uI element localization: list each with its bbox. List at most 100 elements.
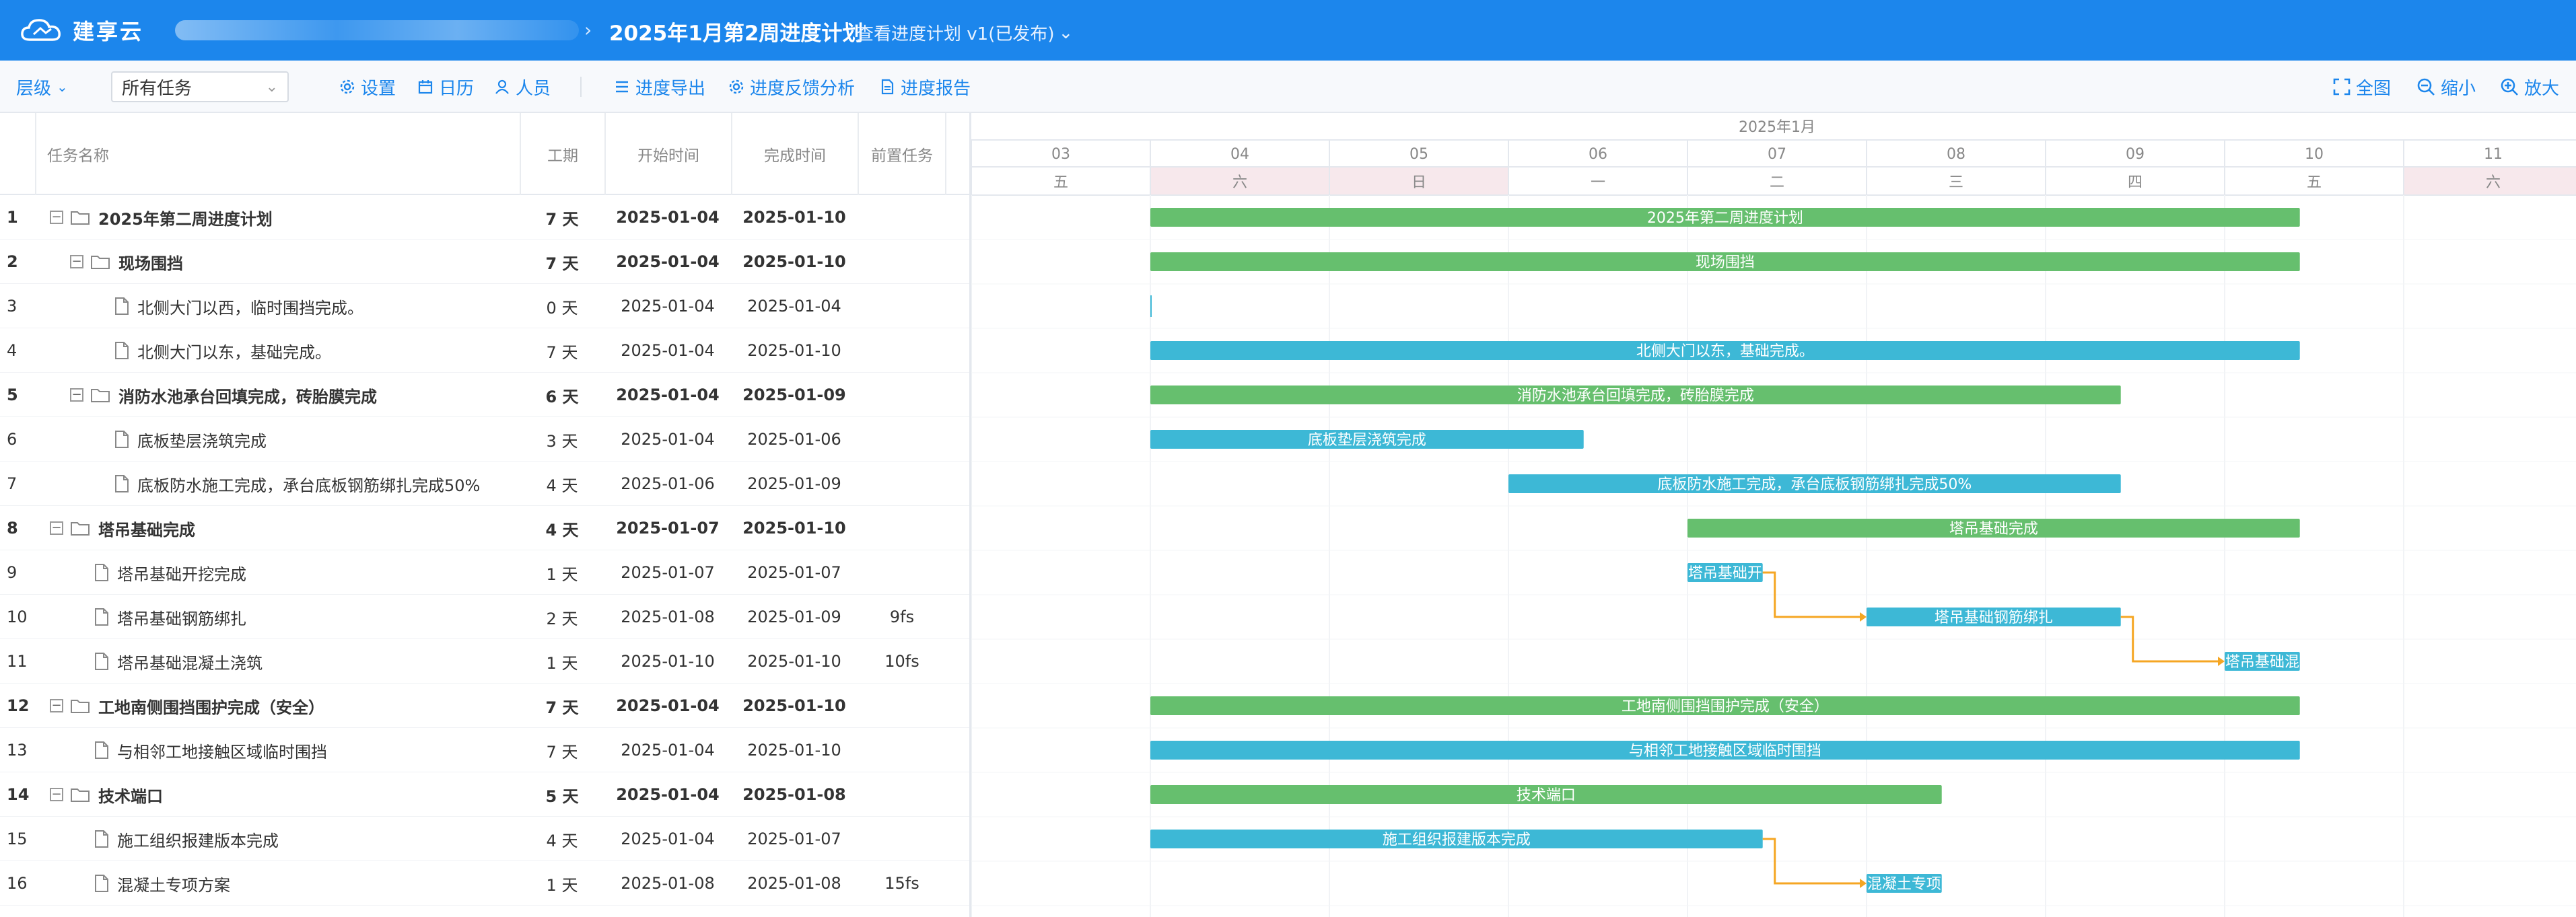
table-row[interactable]: 2 − 现场围挡 7 天 2025-01-04 2025-01-10 [0, 240, 969, 284]
start-date-cell[interactable]: 2025-01-08 [604, 595, 731, 639]
start-date-cell[interactable]: 2025-01-04 [604, 284, 731, 328]
table-row[interactable]: 16 混凝土专项方案 1 天 2025-01-08 2025-01-08 15f… [0, 861, 969, 906]
start-date-cell[interactable]: 2025-01-06 [604, 462, 731, 506]
table-row[interactable]: 1 − 2025年第二周进度计划 7 天 2025-01-04 2025-01-… [0, 195, 969, 240]
table-row[interactable]: 11 塔吊基础混凝土浇筑 1 天 2025-01-10 2025-01-10 1… [0, 639, 969, 684]
task-name-cell[interactable]: 混凝土专项方案 [94, 861, 230, 906]
column-header-predecessor[interactable]: 前置任务 [858, 113, 946, 195]
start-date-cell[interactable]: 2025-01-04 [604, 373, 731, 417]
predecessor-cell[interactable] [858, 240, 946, 284]
task-name-cell[interactable]: 塔吊基础开挖完成 [94, 550, 246, 595]
table-row[interactable]: 4 北侧大门以东，基础完成。 7 天 2025-01-04 2025-01-10 [0, 328, 969, 373]
end-date-cell[interactable]: 2025-01-10 [731, 240, 858, 284]
start-date-cell[interactable]: 2025-01-07 [604, 506, 731, 550]
predecessor-cell[interactable] [858, 550, 946, 595]
predecessor-cell[interactable] [858, 684, 946, 728]
predecessor-cell[interactable] [858, 728, 946, 772]
start-date-cell[interactable]: 2025-01-04 [604, 195, 731, 240]
zoom-in-button[interactable]: 放大 [2500, 74, 2559, 100]
start-date-cell[interactable]: 2025-01-07 [604, 550, 731, 595]
table-row[interactable]: 3 北侧大门以西，临时围挡完成。 0 天 2025-01-04 2025-01-… [0, 284, 969, 328]
duration-cell[interactable]: 7 天 [520, 328, 604, 373]
end-date-cell[interactable]: 2025-01-10 [731, 684, 858, 728]
start-date-cell[interactable]: 2025-01-04 [604, 684, 731, 728]
export-button[interactable]: 进度导出 [614, 74, 705, 100]
collapse-toggle-icon[interactable]: − [70, 388, 83, 402]
task-name-cell[interactable]: − 消防水池承台回填完成，砖胎膜完成 [70, 373, 377, 417]
column-header-name[interactable]: 任务名称 [35, 113, 520, 195]
predecessor-cell[interactable] [858, 284, 946, 328]
table-row[interactable]: 14 − 技术端口 5 天 2025-01-04 2025-01-08 [0, 772, 969, 817]
predecessor-cell[interactable] [858, 373, 946, 417]
start-date-cell[interactable]: 2025-01-04 [604, 817, 731, 861]
predecessor-cell[interactable] [858, 328, 946, 373]
calendar-button[interactable]: 日历 [417, 74, 474, 100]
column-header-duration[interactable]: 工期 [520, 113, 604, 195]
task-name-cell[interactable]: − 工地南侧围挡围护完成（安全） [50, 684, 324, 728]
collapse-toggle-icon[interactable]: − [50, 788, 63, 801]
collapse-toggle-icon[interactable]: − [50, 699, 63, 712]
breadcrumb[interactable] [175, 20, 579, 40]
duration-cell[interactable]: 7 天 [520, 728, 604, 772]
end-date-cell[interactable]: 2025-01-09 [731, 595, 858, 639]
end-date-cell[interactable]: 2025-01-08 [731, 772, 858, 817]
task-name-cell[interactable]: − 2025年第二周进度计划 [50, 195, 273, 240]
task-name-cell[interactable]: − 塔吊基础完成 [50, 506, 195, 550]
start-date-cell[interactable]: 2025-01-08 [604, 861, 731, 906]
table-row[interactable]: 8 − 塔吊基础完成 4 天 2025-01-07 2025-01-10 [0, 506, 969, 550]
task-name-cell[interactable]: 与相邻工地接触区域临时围挡 [94, 728, 327, 772]
predecessor-cell[interactable] [858, 462, 946, 506]
zoom-out-button[interactable]: 缩小 [2416, 74, 2476, 100]
task-name-cell[interactable]: − 技术端口 [50, 772, 163, 817]
end-date-cell[interactable]: 2025-01-10 [731, 506, 858, 550]
task-name-cell[interactable]: 北侧大门以西，临时围挡完成。 [114, 284, 363, 328]
level-dropdown[interactable]: 层级 ⌄ [16, 74, 68, 100]
end-date-cell[interactable]: 2025-01-10 [731, 328, 858, 373]
end-date-cell[interactable]: 2025-01-10 [731, 639, 858, 684]
duration-cell[interactable]: 7 天 [520, 195, 604, 240]
collapse-toggle-icon[interactable]: − [70, 255, 83, 268]
predecessor-cell[interactable] [858, 817, 946, 861]
logo[interactable]: 建享云 [20, 12, 145, 48]
duration-cell[interactable]: 6 天 [520, 373, 604, 417]
task-name-cell[interactable]: 塔吊基础混凝土浇筑 [94, 639, 263, 684]
predecessor-cell[interactable]: 9fs [858, 595, 946, 639]
table-row[interactable]: 7 底板防水施工完成，承台底板钢筋绑扎完成50% 4 天 2025-01-06 … [0, 462, 969, 506]
end-date-cell[interactable]: 2025-01-06 [731, 417, 858, 462]
task-name-cell[interactable]: 塔吊基础钢筋绑扎 [94, 595, 246, 639]
end-date-cell[interactable]: 2025-01-10 [731, 195, 858, 240]
table-row[interactable]: 6 底板垫层浇筑完成 3 天 2025-01-04 2025-01-06 [0, 417, 969, 462]
predecessor-cell[interactable] [858, 506, 946, 550]
table-row[interactable]: 15 施工组织报建版本完成 4 天 2025-01-04 2025-01-07 [0, 817, 969, 861]
duration-cell[interactable]: 1 天 [520, 639, 604, 684]
task-name-cell[interactable]: − 现场围挡 [70, 240, 183, 284]
settings-button[interactable]: 设置 [339, 74, 396, 100]
table-row[interactable]: 9 塔吊基础开挖完成 1 天 2025-01-07 2025-01-07 [0, 550, 969, 595]
duration-cell[interactable]: 5 天 [520, 772, 604, 817]
end-date-cell[interactable]: 2025-01-09 [731, 373, 858, 417]
task-name-cell[interactable]: 底板垫层浇筑完成 [114, 417, 267, 462]
duration-cell[interactable]: 4 天 [520, 462, 604, 506]
task-name-cell[interactable]: 施工组织报建版本完成 [94, 817, 279, 861]
report-button[interactable]: 进度报告 [879, 74, 971, 100]
column-header-end[interactable]: 完成时间 [731, 113, 858, 195]
end-date-cell[interactable]: 2025-01-04 [731, 284, 858, 328]
task-filter-select[interactable]: 所有任务 ⌄ [111, 71, 289, 102]
start-date-cell[interactable]: 2025-01-04 [604, 417, 731, 462]
people-button[interactable]: 人员 [494, 74, 551, 100]
fullview-button[interactable]: 全图 [2333, 74, 2391, 100]
end-date-cell[interactable]: 2025-01-08 [731, 861, 858, 906]
table-row[interactable]: 10 塔吊基础钢筋绑扎 2 天 2025-01-08 2025-01-09 9f… [0, 595, 969, 639]
predecessor-cell[interactable]: 10fs [858, 639, 946, 684]
predecessor-cell[interactable] [858, 417, 946, 462]
duration-cell[interactable]: 1 天 [520, 861, 604, 906]
end-date-cell[interactable]: 2025-01-07 [731, 550, 858, 595]
end-date-cell[interactable]: 2025-01-10 [731, 728, 858, 772]
duration-cell[interactable]: 7 天 [520, 684, 604, 728]
duration-cell[interactable]: 3 天 [520, 417, 604, 462]
end-date-cell[interactable]: 2025-01-07 [731, 817, 858, 861]
feedback-analysis-button[interactable]: 进度反馈分析 [728, 74, 855, 100]
predecessor-cell[interactable] [858, 195, 946, 240]
predecessor-cell[interactable] [858, 772, 946, 817]
task-name-cell[interactable]: 北侧大门以东，基础完成。 [114, 328, 331, 373]
